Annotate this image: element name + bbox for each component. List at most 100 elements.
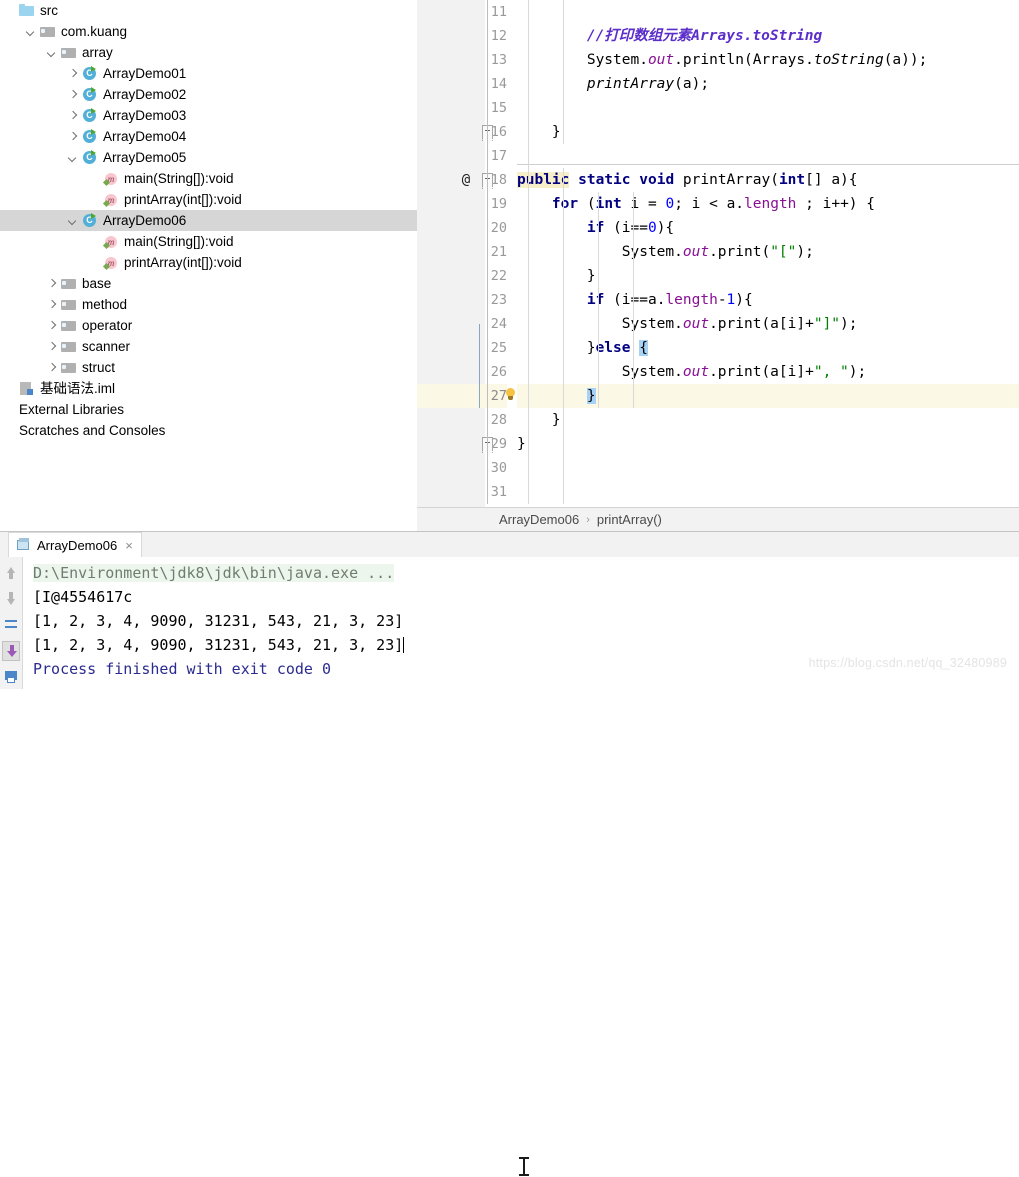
tree-item-printarray-int-void[interactable]: printArray(int[]):void [0,189,417,210]
chevron-right-icon[interactable] [67,110,79,122]
code-line[interactable]: printArray(a); [517,72,1019,96]
console-toolbar[interactable] [0,557,23,689]
chevron-down-icon[interactable] [67,152,79,164]
breadcrumb[interactable]: ArrayDemo06 › printArray() [417,507,1019,531]
line-number: 21 [490,244,507,260]
override-marker-icon[interactable]: @ [457,168,475,192]
code-line[interactable] [517,96,1019,120]
indent-guide [633,192,634,408]
breadcrumb-class[interactable]: ArrayDemo06 [499,512,579,527]
tree-item-base[interactable]: base [0,273,417,294]
code-line[interactable]: public static void printArray(int[] a){ [517,168,1019,192]
code-token: int [778,172,806,188]
gutter-annotations[interactable]: 11 12 13 14 15 16 17 18 19 20 21 22 23 24 25 26 27 28 29 30… [417,0,515,507]
code-line[interactable] [517,480,1019,504]
code-line[interactable]: } [517,432,1019,456]
tree-item-scratches-and-consoles[interactable]: Scratches and Consoles [0,420,417,441]
print-icon[interactable] [2,667,20,687]
code-line[interactable]: }else { [517,336,1019,360]
tree-item-src[interactable]: src [0,0,417,21]
scroll-to-end-icon[interactable] [2,641,20,661]
code-token: .println(Arrays. [674,52,814,68]
code-token: 0 [647,220,657,236]
code-token: { [639,340,648,356]
tree-item-label: 基础语法.iml [40,381,115,396]
code-token: printArray [586,76,675,92]
tree-item-main-string-void[interactable]: main(String[]):void [0,168,417,189]
code-line[interactable] [517,456,1019,480]
tree-item-arraydemo06[interactable]: ArrayDemo06 [0,210,417,231]
rerun-up-icon[interactable] [2,563,20,583]
code-token: [] a){ [805,172,858,188]
tree-item-com-kuang[interactable]: com.kuang [0,21,417,42]
code-line[interactable] [517,144,1019,168]
chevron-right-icon[interactable] [46,278,58,290]
tree-item--iml[interactable]: 基础语法.iml [0,378,417,399]
rerun-down-icon[interactable] [2,589,20,609]
code-line[interactable] [517,0,1019,24]
code-line[interactable]: System.out.print(a[i]+", "); [517,360,1019,384]
code-line[interactable]: System.out.print("["); [517,240,1019,264]
code-line[interactable]: } [517,264,1019,288]
code-line[interactable]: System.out.println(Arrays.toString(a)); [517,48,1019,72]
line-number: 28 [490,412,507,428]
chevron-right-icon[interactable] [46,320,58,332]
chevron-right-icon[interactable] [46,341,58,353]
chevron-right-icon[interactable] [46,299,58,311]
code-token: } [517,124,561,140]
breadcrumb-member[interactable]: printArray() [597,512,662,527]
tree-item-arraydemo01[interactable]: ArrayDemo01 [0,63,417,84]
tree-item-main-string-void[interactable]: main(String[]):void [0,231,417,252]
line-number: 24 [490,316,507,332]
code-line[interactable]: for (int i = 0; i < a.length ; i++) { [517,192,1019,216]
project-tree[interactable]: srccom.kuang array ArrayDemo01 ArrayDemo02 A… [0,0,417,531]
tree-item-method[interactable]: method [0,294,417,315]
tree-item-scanner[interactable]: scanner [0,336,417,357]
folder-pkg-icon [61,339,77,355]
tree-item-label: struct [82,360,116,375]
run-tab-arraydemo06[interactable]: ArrayDemo06 × [8,532,142,557]
tree-item-arraydemo03[interactable]: ArrayDemo03 [0,105,417,126]
tree-item-arraydemo04[interactable]: ArrayDemo04 [0,126,417,147]
tree-item-printarray-int-void[interactable]: printArray(int[]):void [0,252,417,273]
chevron-down-icon[interactable] [25,26,37,38]
code-token: 0 [665,196,675,212]
tree-item-struct[interactable]: struct [0,357,417,378]
tree-item-arraydemo02[interactable]: ArrayDemo02 [0,84,417,105]
tree-item-array[interactable]: array [0,42,417,63]
code-line[interactable]: //打印数组元素Arrays.toString [517,24,1019,48]
java-class-icon [82,107,98,124]
tree-item-label: ArrayDemo06 [103,213,187,228]
code-token: printArray( [674,172,779,188]
code-token: ; i < a. [674,196,745,212]
close-icon[interactable]: × [125,538,133,553]
code-token: ); [796,244,814,260]
code-token: System. [517,244,683,260]
tree-item-external-libraries[interactable]: External Libraries [0,399,417,420]
top-split: srccom.kuang array ArrayDemo01 ArrayDemo02 A… [0,0,1019,531]
code-editor[interactable]: 11 12 13 14 15 16 17 18 19 20 21 22 23 24 25 26 27 28 29 30… [417,0,1019,531]
code-token: ){ [735,292,753,308]
code-token: out [682,244,710,260]
fold-handle-icon[interactable] [482,168,496,192]
code-line[interactable]: } [517,408,1019,432]
code-line[interactable]: } [517,384,1019,408]
soft-wrap-icon[interactable] [2,615,20,635]
chevron-right-icon[interactable] [67,89,79,101]
tree-item-operator[interactable]: operator [0,315,417,336]
code-line[interactable]: if (i==a.length-1){ [517,288,1019,312]
code-line[interactable]: System.out.print(a[i]+"]"); [517,312,1019,336]
code-line[interactable]: if (i==0){ [517,216,1019,240]
chevron-down-icon[interactable] [67,215,79,227]
chevron-right-icon[interactable] [46,362,58,374]
run-configuration-icon [17,538,31,552]
code-text[interactable]: //打印数组元素Arrays.toString System.out.print… [517,0,1019,507]
fold-handle-icon[interactable] [482,432,496,456]
code-line[interactable]: } [517,120,1019,144]
tree-item-arraydemo05[interactable]: ArrayDemo05 [0,147,417,168]
chevron-down-icon[interactable] [46,47,58,59]
chevron-right-icon[interactable] [67,68,79,80]
fold-handle-icon[interactable] [482,120,496,144]
chevron-right-icon[interactable] [67,131,79,143]
